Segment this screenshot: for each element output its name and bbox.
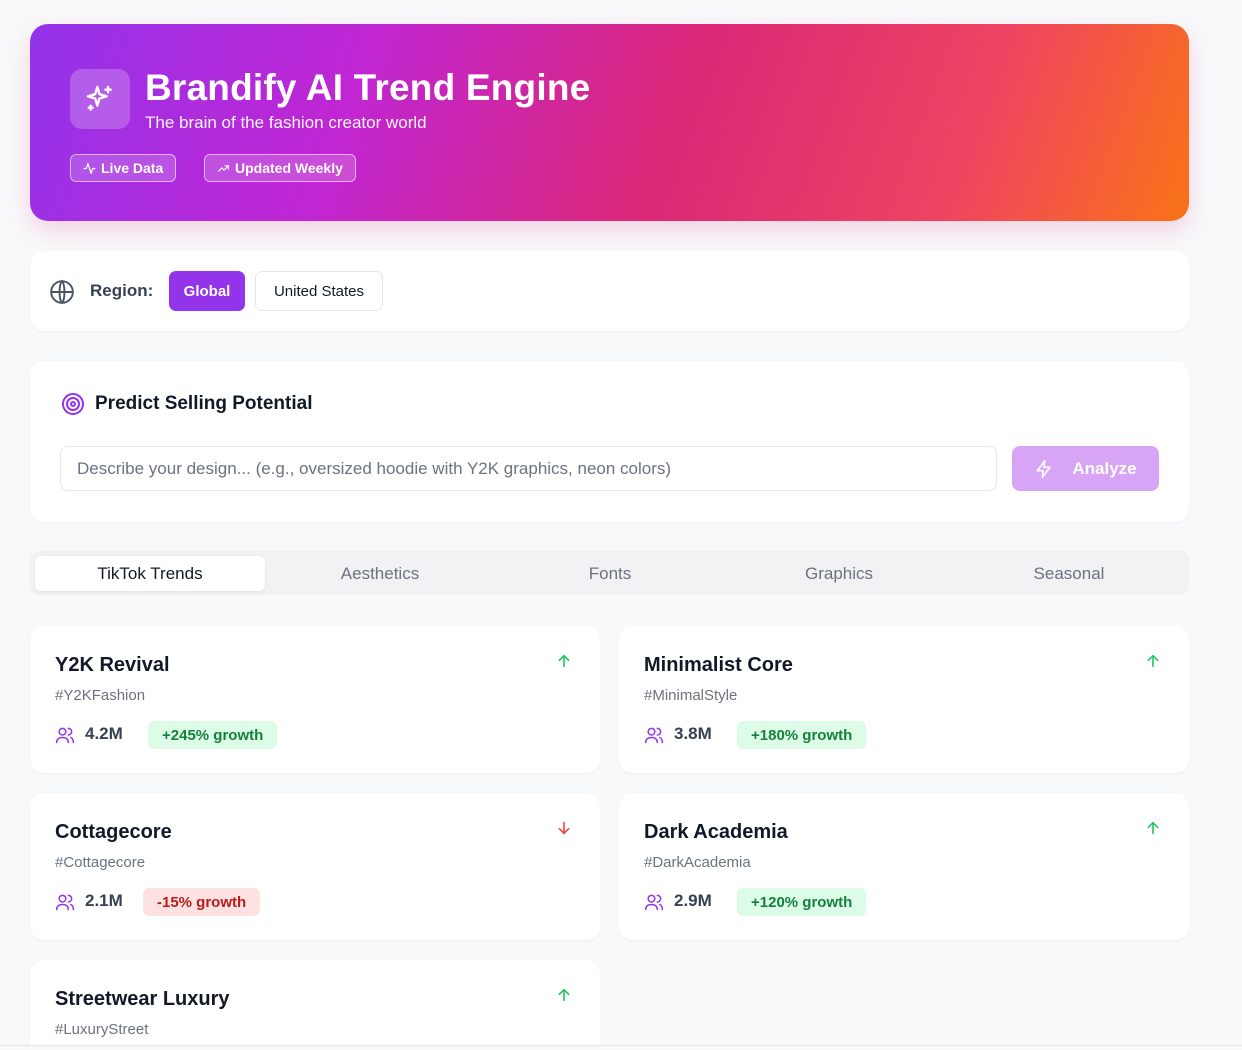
page-subtitle: The brain of the fashion creator world <box>145 113 427 132</box>
arrow-up-icon <box>1147 654 1159 668</box>
region-label: Region: <box>90 281 154 300</box>
arrow-up-icon <box>558 654 570 668</box>
updated-weekly-badge: Updated Weekly <box>204 154 356 182</box>
trend-hashtag: #Cottagecore <box>55 854 146 871</box>
analyze-label: Analyze <box>1072 458 1137 478</box>
tab-graphics[interactable]: Graphics <box>724 556 954 591</box>
trend-name: Streetwear Luxury <box>55 988 230 1010</box>
predict-panel: Predict Selling Potential Analyze <box>30 361 1189 522</box>
trend-card[interactable]: Minimalist Core #MinimalStyle 3.8M +180%… <box>619 626 1189 773</box>
users-icon <box>55 727 75 744</box>
category-tabs: TikTok Trends Aesthetics Fonts Graphics … <box>30 551 1189 595</box>
globe-icon <box>50 279 74 305</box>
analyze-button[interactable]: Analyze <box>1012 446 1159 491</box>
trend-hashtag: #LuxuryStreet <box>55 1021 149 1038</box>
trend-name: Cottagecore <box>55 821 172 843</box>
arrow-up-icon <box>558 988 570 1002</box>
trend-card[interactable]: Dark Academia #DarkAcademia 2.9M +120% g… <box>619 793 1189 940</box>
growth-badge: +120% growth <box>737 888 867 916</box>
growth-badge: +180% growth <box>737 721 867 749</box>
live-data-badge: Live Data <box>70 154 177 182</box>
users-icon <box>644 727 664 744</box>
region-selector: Region: Global United States <box>30 251 1189 331</box>
page: Brandify AI Trend Engine The brain of th… <box>0 0 1242 1050</box>
predict-title: Predict Selling Potential <box>95 393 313 414</box>
sparkles-icon <box>70 69 130 129</box>
activity-icon <box>83 162 96 174</box>
follower-count: 3.8M <box>674 724 712 743</box>
arrow-up-icon <box>1147 821 1159 835</box>
lightning-icon <box>1036 459 1052 478</box>
follower-count: 2.9M <box>674 891 712 910</box>
follower-count: 4.2M <box>85 724 123 743</box>
users-icon <box>55 894 75 911</box>
trend-hashtag: #DarkAcademia <box>644 854 751 871</box>
region-global-button[interactable]: Global <box>169 271 245 311</box>
trend-card[interactable]: Y2K Revival #Y2KFashion 4.2M +245% growt… <box>30 626 600 773</box>
badge-label: Live Data <box>101 160 164 176</box>
target-icon <box>62 393 84 415</box>
tab-fonts[interactable]: Fonts <box>495 556 725 591</box>
trending-up-icon <box>218 164 229 172</box>
design-description-input[interactable] <box>60 446 997 491</box>
region-united-states-button[interactable]: United States <box>255 271 383 311</box>
tab-tiktok-trends[interactable]: TikTok Trends <box>35 556 265 591</box>
trend-card[interactable]: Cottagecore #Cottagecore 2.1M -15% growt… <box>30 793 600 940</box>
badge-label: Updated Weekly <box>235 160 343 176</box>
trend-name: Minimalist Core <box>644 654 793 676</box>
trend-hashtag: #MinimalStyle <box>644 687 738 704</box>
follower-count: 2.1M <box>85 891 123 910</box>
hero-banner: Brandify AI Trend Engine The brain of th… <box>30 24 1189 221</box>
tab-aesthetics[interactable]: Aesthetics <box>265 556 495 591</box>
trend-hashtag: #Y2KFashion <box>55 687 146 704</box>
page-title: Brandify AI Trend Engine <box>145 67 591 108</box>
trend-name: Y2K Revival <box>55 654 170 676</box>
growth-badge: -15% growth <box>143 888 261 916</box>
tab-seasonal[interactable]: Seasonal <box>954 556 1184 591</box>
viewport-edge-divider <box>0 1045 1242 1046</box>
trend-card[interactable]: Streetwear Luxury #LuxuryStreet <box>30 960 600 1045</box>
users-icon <box>644 894 664 911</box>
trend-name: Dark Academia <box>644 821 788 843</box>
growth-badge: +245% growth <box>148 721 278 749</box>
arrow-down-icon <box>558 821 570 835</box>
